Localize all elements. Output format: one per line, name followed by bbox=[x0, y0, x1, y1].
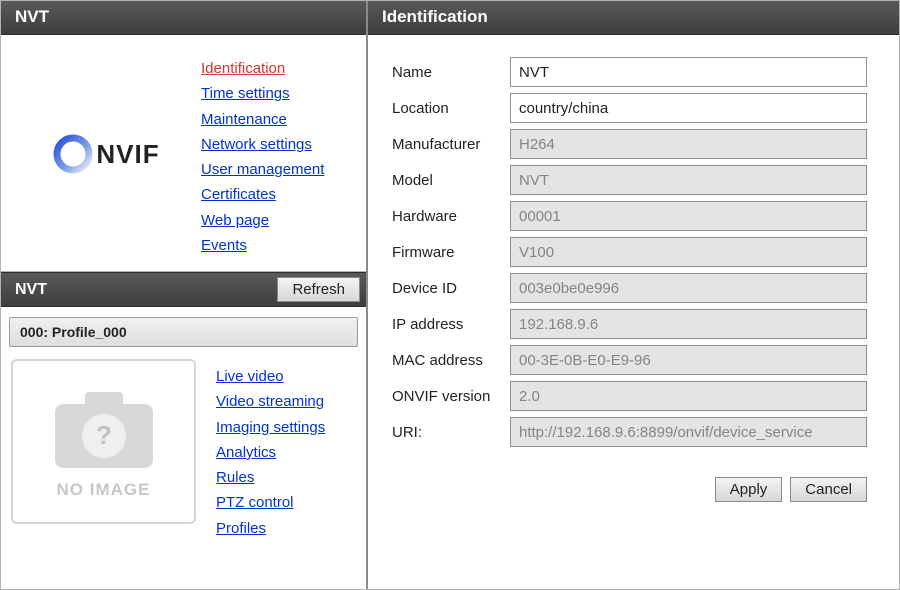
no-image-placeholder: ? NO IMAGE bbox=[11, 359, 196, 524]
field-row-firmware: Firmware bbox=[392, 237, 867, 267]
profile-nav-rules[interactable]: Rules bbox=[216, 466, 325, 489]
field-label-device_id: Device ID bbox=[392, 280, 510, 297]
profiles-bar: NVT Refresh bbox=[1, 272, 366, 307]
field-row-uri: URI: bbox=[392, 417, 867, 447]
profile-nav-analytics[interactable]: Analytics bbox=[216, 441, 325, 464]
profile-nav-ptz-control[interactable]: PTZ control bbox=[216, 491, 325, 514]
app-window: NVT NVIF bbox=[0, 0, 900, 590]
field-label-ip: IP address bbox=[392, 316, 510, 333]
field-input-firmware bbox=[510, 237, 867, 267]
cancel-button[interactable]: Cancel bbox=[790, 477, 867, 502]
profile-nav-live-video[interactable]: Live video bbox=[216, 365, 325, 388]
camera-placeholder-icon: ? bbox=[49, 384, 159, 474]
field-label-uri: URI: bbox=[392, 424, 510, 441]
device-nav-identification[interactable]: Identification bbox=[201, 57, 324, 80]
device-box: NVIF IdentificationTime settings Maintena… bbox=[1, 35, 366, 272]
field-row-mac: MAC address bbox=[392, 345, 867, 375]
field-input-mac bbox=[510, 345, 867, 375]
field-input-uri bbox=[510, 417, 867, 447]
field-row-manufacturer: Manufacturer bbox=[392, 129, 867, 159]
apply-button[interactable]: Apply bbox=[715, 477, 783, 502]
no-image-label: NO IMAGE bbox=[49, 480, 159, 500]
field-row-device_id: Device ID bbox=[392, 273, 867, 303]
profiles-title: NVT bbox=[15, 281, 47, 299]
refresh-button[interactable]: Refresh bbox=[277, 277, 360, 302]
right-column: Identification Name Location Manufacturer M… bbox=[368, 1, 899, 589]
field-row-onvif_ver: ONVIF version bbox=[392, 381, 867, 411]
device-nav-web-page[interactable]: Web page bbox=[201, 209, 324, 232]
field-row-model: Model bbox=[392, 165, 867, 195]
field-input-device_id bbox=[510, 273, 867, 303]
profile-nav-video-streaming[interactable]: Video streaming bbox=[216, 390, 325, 413]
field-label-manufacturer: Manufacturer bbox=[392, 136, 510, 153]
device-nav-user-management[interactable]: User management bbox=[201, 158, 324, 181]
profile-nav: Live videoVideo streaming Imaging setting… bbox=[216, 359, 325, 540]
device-nav-time-settings[interactable]: Time settings bbox=[201, 82, 324, 105]
logo-area: NVIF bbox=[11, 51, 201, 257]
field-label-name: Name bbox=[392, 64, 510, 81]
button-row: Apply Cancel bbox=[368, 463, 899, 502]
profile-nav-imaging-settings[interactable]: Imaging settings bbox=[216, 416, 325, 439]
field-input-location[interactable] bbox=[510, 93, 867, 123]
profile-nav-profiles[interactable]: Profiles bbox=[216, 517, 325, 540]
identification-form: Name Location Manufacturer Model Hardware Fir… bbox=[368, 35, 899, 463]
field-label-location: Location bbox=[392, 100, 510, 117]
field-input-manufacturer bbox=[510, 129, 867, 159]
device-nav-maintenance[interactable]: Maintenance bbox=[201, 108, 324, 131]
field-input-onvif_ver bbox=[510, 381, 867, 411]
field-label-hardware: Hardware bbox=[392, 208, 510, 225]
profile-detail: ? NO IMAGE Live videoVideo streaming Imag… bbox=[1, 353, 366, 552]
field-label-firmware: Firmware bbox=[392, 244, 510, 261]
onvif-logo: NVIF bbox=[52, 133, 159, 175]
device-nav: IdentificationTime settings MaintenanceNe… bbox=[201, 51, 324, 257]
field-input-name[interactable] bbox=[510, 57, 867, 87]
field-row-location: Location bbox=[392, 93, 867, 123]
left-column: NVT NVIF bbox=[1, 1, 368, 589]
device-nav-certificates[interactable]: Certificates bbox=[201, 183, 324, 206]
field-label-onvif_ver: ONVIF version bbox=[392, 388, 510, 405]
field-input-model bbox=[510, 165, 867, 195]
panel-title-bar: Identification bbox=[368, 1, 899, 35]
device-nav-network-settings[interactable]: Network settings bbox=[201, 133, 324, 156]
profile-list: 000: Profile_000 bbox=[1, 307, 366, 353]
field-input-ip bbox=[510, 309, 867, 339]
field-input-hardware bbox=[510, 201, 867, 231]
svg-text:?: ? bbox=[96, 420, 112, 450]
field-row-name: Name bbox=[392, 57, 867, 87]
field-label-model: Model bbox=[392, 172, 510, 189]
field-row-ip: IP address bbox=[392, 309, 867, 339]
device-title-bar: NVT bbox=[1, 1, 366, 35]
field-label-mac: MAC address bbox=[392, 352, 510, 369]
field-row-hardware: Hardware bbox=[392, 201, 867, 231]
onvif-wordmark: NVIF bbox=[96, 139, 159, 170]
profile-row[interactable]: 000: Profile_000 bbox=[9, 317, 358, 347]
device-nav-events[interactable]: Events bbox=[201, 234, 324, 257]
onvif-ring-icon bbox=[52, 133, 94, 175]
